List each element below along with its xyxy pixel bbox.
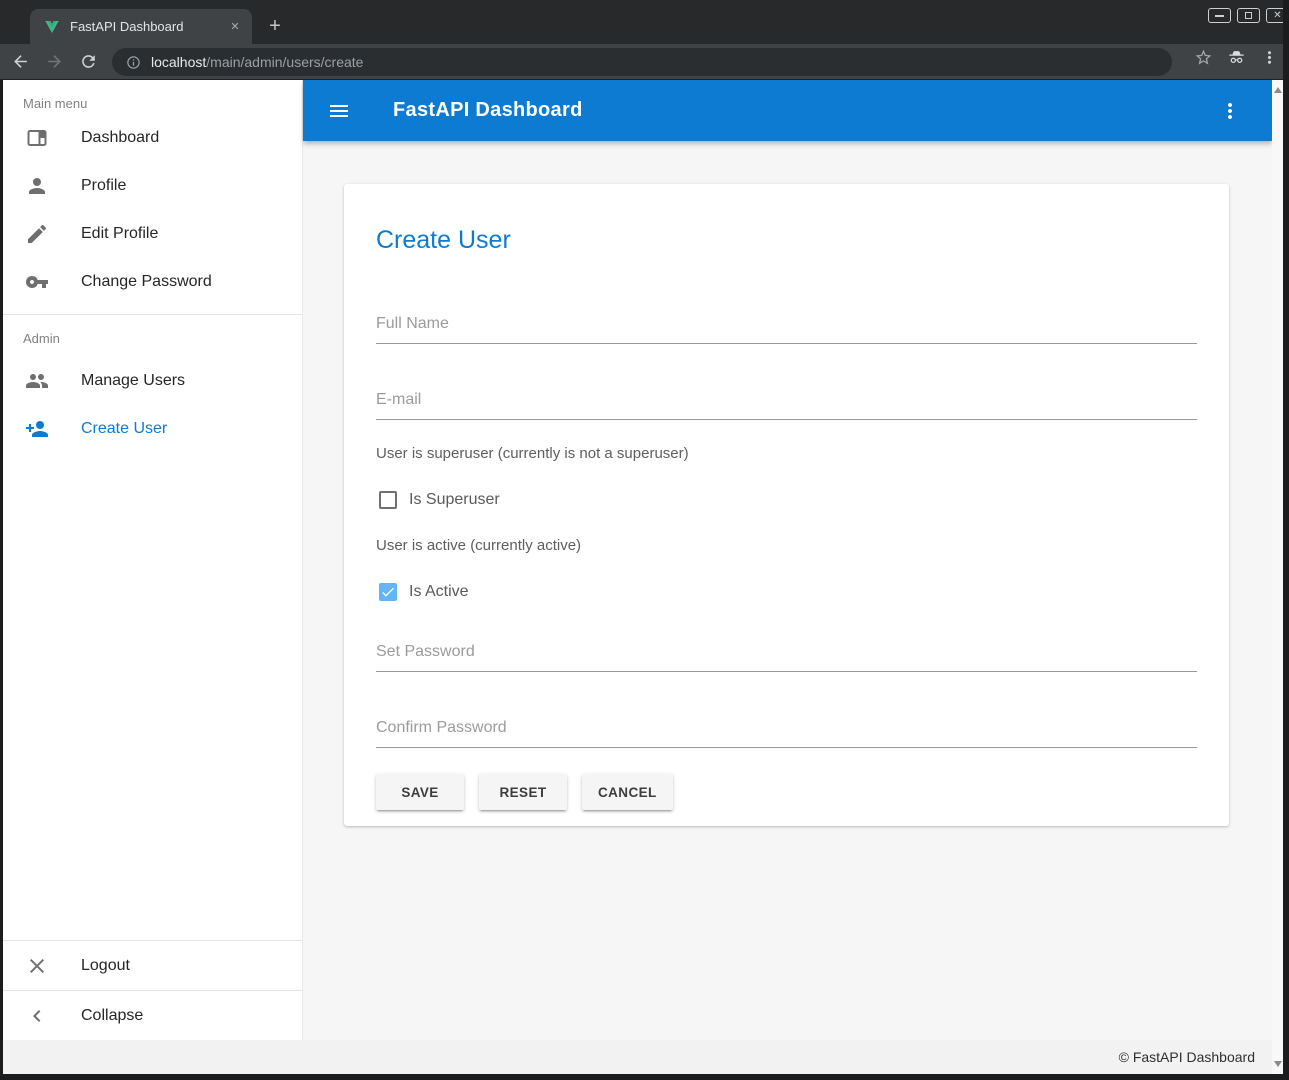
window-controls: ✕ [1208, 8, 1289, 23]
close-icon: ✕ [1273, 11, 1281, 21]
sidebar-item-change-password[interactable]: Change Password [3, 258, 302, 306]
sidebar-item-label: Edit Profile [81, 225, 158, 243]
window-border [0, 1074, 1289, 1080]
back-button[interactable] [6, 48, 34, 76]
page-title: Create User [376, 224, 1197, 256]
new-tab-button[interactable]: + [262, 13, 288, 39]
vue-favicon-icon [44, 19, 60, 35]
browser-toolbar: localhost/main/admin/users/create [0, 44, 1289, 80]
checkbox-unchecked-icon [379, 491, 397, 509]
people-icon [25, 369, 49, 393]
reload-icon [79, 52, 98, 71]
sidebar-item-label: Profile [81, 177, 126, 195]
reload-button[interactable] [74, 48, 102, 76]
forward-arrow-icon [45, 52, 64, 71]
forward-button[interactable] [40, 48, 68, 76]
sidebar-item-label: Collapse [81, 1007, 143, 1025]
chevron-left-icon [25, 1004, 49, 1028]
address-bar[interactable]: localhost/main/admin/users/create [112, 48, 1172, 76]
scrollbar-down-arrow-icon[interactable] [1274, 1061, 1282, 1067]
appbar: FastAPI Dashboard [303, 80, 1272, 141]
sidebar-divider [3, 314, 302, 315]
main-content: FastAPI Dashboard Create User User is su… [303, 80, 1272, 1040]
maximize-button[interactable] [1237, 8, 1260, 23]
sidebar: Main menu Dashboard Profile Edit Profile [3, 80, 303, 1040]
is-superuser-checkbox[interactable]: Is Superuser [376, 488, 1197, 512]
set-password-field [376, 640, 1197, 672]
sidebar-item-create-user[interactable]: Create User [3, 405, 302, 453]
key-icon [25, 270, 49, 294]
scrollbar-up-arrow-icon[interactable] [1274, 87, 1282, 93]
footer-copyright: © FastAPI Dashboard [1119, 1049, 1255, 1065]
sidebar-bottom: Logout Collapse [3, 940, 302, 1040]
pencil-icon [25, 222, 49, 246]
confirm-password-field [376, 716, 1197, 748]
full-name-field [376, 312, 1197, 344]
back-arrow-icon [11, 52, 30, 71]
save-button[interactable]: SAVE [376, 774, 464, 810]
set-password-input[interactable] [376, 640, 1197, 672]
sidebar-item-label: Change Password [81, 273, 212, 291]
email-input[interactable] [376, 388, 1197, 420]
sidebar-item-label: Dashboard [81, 129, 159, 147]
appbar-title: FastAPI Dashboard [393, 99, 583, 122]
sidebar-item-logout[interactable]: Logout [3, 941, 302, 990]
browser-tab[interactable]: FastAPI Dashboard ✕ [30, 9, 252, 44]
full-name-input[interactable] [376, 312, 1197, 344]
sidebar-item-label: Manage Users [81, 372, 185, 390]
sidebar-section-admin: Admin [3, 323, 302, 357]
sidebar-item-label: Create User [81, 420, 167, 438]
url-path: /main/admin/users/create [206, 54, 363, 70]
appbar-kebab-icon[interactable] [1218, 99, 1242, 123]
browser-titlebar: FastAPI Dashboard ✕ + ✕ [0, 0, 1289, 44]
hamburger-menu-icon[interactable] [327, 99, 351, 123]
page-viewport: Main menu Dashboard Profile Edit Profile [3, 80, 1272, 1074]
toolbar-right-icons [1194, 48, 1279, 67]
window-border [1283, 0, 1289, 1080]
checkbox-label: Is Active [409, 583, 469, 601]
close-x-icon [25, 954, 49, 978]
url-host: localhost [151, 54, 206, 70]
sidebar-item-manage-users[interactable]: Manage Users [3, 357, 302, 405]
bookmark-star-icon[interactable] [1194, 48, 1213, 67]
maximize-icon [1245, 12, 1252, 19]
active-hint: User is active (currently active) [376, 536, 1197, 556]
form-actions: SAVE RESET CANCEL [376, 774, 1197, 810]
checkbox-checked-icon [379, 583, 397, 601]
sidebar-item-dashboard[interactable]: Dashboard [3, 114, 302, 162]
sidebar-section-main-menu: Main menu [3, 80, 302, 114]
sidebar-item-label: Logout [81, 957, 130, 975]
person-add-icon [25, 417, 49, 441]
minimize-icon [1215, 15, 1224, 17]
dashboard-icon [25, 126, 49, 150]
browser-window: FastAPI Dashboard ✕ + ✕ localhost/main/a… [0, 0, 1289, 1080]
checkbox-label: Is Superuser [409, 491, 500, 509]
tab-close-icon[interactable]: ✕ [226, 18, 244, 36]
is-active-checkbox[interactable]: Is Active [376, 580, 1197, 604]
person-icon [25, 174, 49, 198]
info-icon [126, 55, 141, 70]
sidebar-item-profile[interactable]: Profile [3, 162, 302, 210]
tab-title: FastAPI Dashboard [70, 19, 226, 34]
minimize-button[interactable] [1208, 8, 1231, 23]
browser-menu-kebab-icon[interactable] [1260, 48, 1279, 67]
page-scrollbar[interactable] [1272, 80, 1283, 1074]
superuser-hint: User is superuser (currently is not a su… [376, 444, 1197, 464]
reset-button[interactable]: RESET [479, 774, 567, 810]
cancel-button[interactable]: CANCEL [582, 774, 673, 810]
incognito-icon [1227, 48, 1246, 67]
sidebar-item-edit-profile[interactable]: Edit Profile [3, 210, 302, 258]
confirm-password-input[interactable] [376, 716, 1197, 748]
email-field [376, 388, 1197, 420]
create-user-card: Create User User is superuser (currently… [344, 184, 1229, 826]
sidebar-item-collapse[interactable]: Collapse [3, 991, 302, 1040]
page-footer: © FastAPI Dashboard [3, 1040, 1272, 1074]
